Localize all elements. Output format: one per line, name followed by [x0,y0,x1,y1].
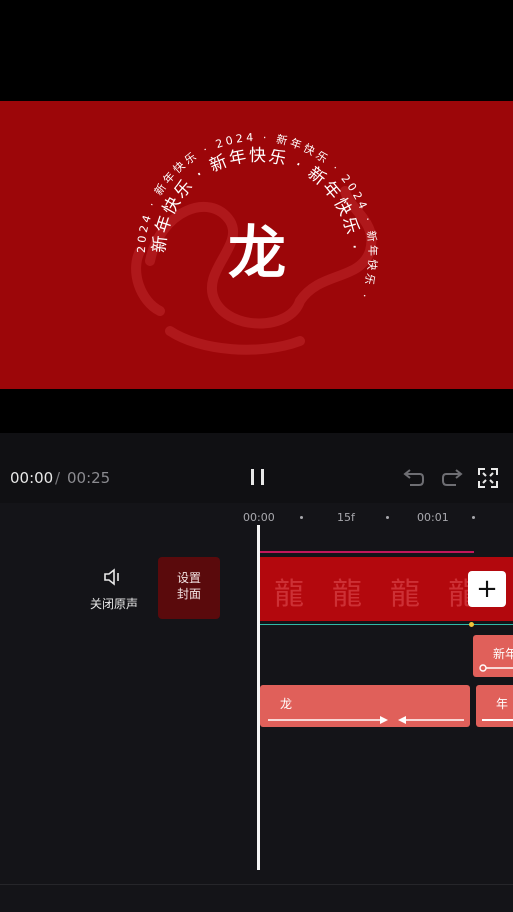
preview-artwork: 2024 · 新年快乐 · 2024 · 新年快乐 · 2024 · 新年快乐 … [131,131,377,355]
mute-original-button[interactable]: 关闭原声 [84,565,144,615]
timeline-panel[interactable]: 00:00 15f 00:01 关闭原声 设置 封面 龍 龍 龍 龍 + 新年 [0,503,513,884]
set-cover-button[interactable]: 设置 封面 [158,557,220,619]
effect-track-line [260,551,474,553]
text-clip-new-year[interactable]: 新年 [473,635,513,677]
video-preview[interactable]: 2024 · 新年快乐 · 2024 · 新年快乐 · 2024 · 新年快乐 … [0,101,513,389]
audio-line [260,624,513,625]
playhead[interactable] [257,525,260,870]
current-time: 00:00 [10,469,54,487]
dragon-thumbnail: 龍 [390,577,420,612]
set-cover-label-line2: 封面 [176,587,201,601]
ruler-dot [386,516,389,519]
time-separator: / [55,469,61,487]
playback-controls: 00:00 / 00:25 [0,433,513,503]
dragon-thumbnail: 龍 [332,577,362,612]
clip-label: 新年 [493,647,513,661]
clip-label: 年 [496,697,509,711]
main-character: 龙 [228,219,286,287]
divider [0,884,513,885]
clip-animation-line [482,719,513,721]
mute-original-label: 关闭原声 [89,597,138,611]
text-clip-dragon[interactable]: 龙 [260,685,470,727]
total-time: 00:25 [67,469,111,487]
clip-animation-arrow [479,664,513,672]
dragon-thumbnail: 龍 [274,577,304,612]
clip-label: 龙 [280,697,293,711]
ruler-label-start: 00:00 [243,511,275,524]
pause-icon[interactable] [248,467,268,491]
ruler-label-1s: 00:01 [417,511,449,524]
set-cover-label-line1: 设置 [176,571,201,585]
ruler-dot [300,516,303,519]
ruler-label-15f: 15f [337,511,355,524]
clip-animation-arrows [268,716,464,724]
undo-icon[interactable] [402,468,426,492]
fullscreen-icon[interactable] [477,467,499,493]
speaker-icon [102,567,126,591]
add-clip-button[interactable]: + [468,571,506,607]
keyframe-marker [469,622,474,627]
text-clip-year[interactable]: 年 [476,685,513,727]
set-cover-label: 设置 封面 [158,570,220,602]
bottom-toolbar-edge [0,884,513,912]
redo-icon[interactable] [440,468,464,492]
ruler-dot [472,516,475,519]
